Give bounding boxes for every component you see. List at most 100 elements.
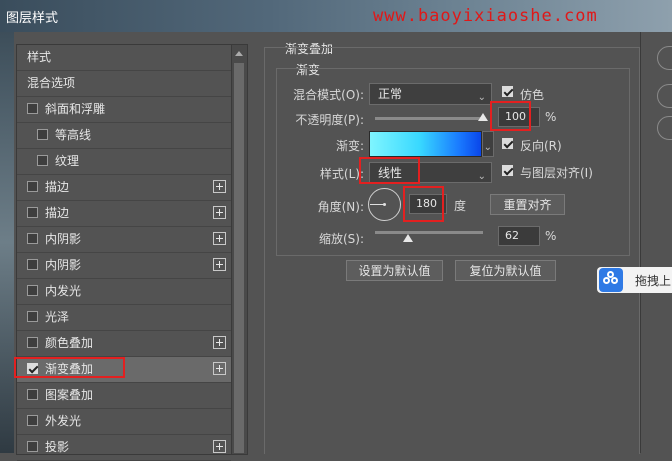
scroll-up-arrow-icon[interactable]	[235, 51, 243, 56]
sidebar-item[interactable]: 外发光	[17, 409, 231, 435]
sidebar-item-label: 等高线	[55, 128, 92, 142]
sidebar-scrollbar[interactable]	[231, 45, 247, 454]
sidebar-item-label: 图案叠加	[45, 388, 94, 402]
blend-mode-value: 正常	[378, 87, 403, 101]
opacity-slider-track[interactable]	[375, 117, 483, 120]
sidebar-item[interactable]: 图案叠加	[17, 383, 231, 409]
sidebar-item-label: 投影	[45, 440, 70, 454]
baidu-drag-tooltip[interactable]: 拖拽上	[597, 267, 672, 293]
reset-align-button[interactable]: 重置对齐	[490, 194, 565, 215]
chevron-down-icon: ⌄	[477, 92, 486, 103]
sidebar-item-checkbox[interactable]	[27, 285, 38, 296]
title-bar: 图层样式 www.baoyixiaoshe.com	[0, 0, 672, 32]
styles-list: 样式 混合选项 斜面和浮雕 等高线 纹理 描边 描边 内阴影 内阴影 内发光 光泽 颜色叠加 渐变叠加图…	[17, 45, 231, 461]
scroll-thumb[interactable]	[234, 63, 244, 453]
sidebar-item-label: 颜色叠加	[45, 336, 94, 350]
dither-checkbox[interactable]	[502, 86, 513, 97]
window-title: 图层样式	[6, 11, 59, 26]
sidebar-item[interactable]: 投影	[17, 435, 231, 461]
sidebar-item[interactable]: 内阴影	[17, 227, 231, 253]
sidebar-item-label: 外发光	[45, 414, 82, 428]
opacity-label: 不透明度(P):	[295, 113, 364, 127]
align-checkbox[interactable]	[502, 165, 513, 176]
style-label: 样式(L):	[319, 167, 364, 181]
sidebar-item[interactable]: 斜面和浮雕	[17, 97, 231, 123]
highlight-style	[359, 157, 420, 184]
angle-unit: 度	[454, 199, 467, 213]
reset-default-button[interactable]: 复位为默认值	[455, 260, 556, 281]
watermark: www.baoyixiaoshe.com	[373, 6, 598, 26]
ok-button[interactable]	[657, 46, 672, 70]
sidebar-item[interactable]: 光泽	[17, 305, 231, 331]
add-effect-plus-icon[interactable]	[213, 362, 226, 375]
sidebar-item-checkbox[interactable]	[27, 181, 38, 192]
sidebar-item[interactable]: 纹理	[17, 149, 231, 175]
reverse-checkbox[interactable]	[502, 138, 513, 149]
highlight-angle	[403, 186, 444, 222]
add-effect-plus-icon[interactable]	[213, 232, 226, 245]
sidebar-item-checkbox[interactable]	[27, 259, 38, 270]
sidebar-item-checkbox[interactable]	[27, 103, 38, 114]
sidebar-item[interactable]: 内发光	[17, 279, 231, 305]
sidebar-item-checkbox[interactable]	[27, 337, 38, 348]
opacity-unit: %	[545, 110, 557, 124]
sidebar-item[interactable]: 样式	[17, 45, 231, 71]
sidebar-item-checkbox[interactable]	[37, 129, 48, 140]
gradient-label: 渐变:	[335, 139, 364, 153]
sidebar-item-checkbox[interactable]	[27, 311, 38, 322]
sidebar-item-checkbox[interactable]	[27, 441, 38, 452]
sidebar-item-checkbox[interactable]	[27, 233, 38, 244]
angle-dial[interactable]	[368, 188, 401, 221]
background-strip	[0, 32, 14, 453]
dialog-buttons-column	[640, 32, 672, 453]
blend-mode-select[interactable]: 正常 ⌄	[369, 83, 492, 105]
sidebar-item-label: 光泽	[45, 310, 70, 324]
opacity-slider-handle[interactable]	[478, 113, 488, 121]
sidebar-item-label: 内阴影	[45, 258, 82, 272]
sidebar-item-label: 样式	[27, 50, 52, 64]
sidebar-item-label: 描边	[45, 206, 70, 220]
chevron-down-icon: ⌄	[477, 171, 486, 182]
chevron-down-icon: ⌄	[483, 142, 492, 153]
reverse-label: 反向(R)	[520, 139, 562, 153]
sidebar-item-label: 描边	[45, 180, 70, 194]
scale-slider-handle[interactable]	[403, 234, 414, 242]
scale-slider-track[interactable]	[375, 231, 483, 234]
gradient-swatch[interactable]	[369, 131, 482, 157]
sidebar-item-label: 斜面和浮雕	[45, 102, 106, 116]
sidebar-item[interactable]: 内阴影	[17, 253, 231, 279]
sidebar-item[interactable]: 混合选项	[17, 71, 231, 97]
scale-input[interactable]: 62	[498, 226, 540, 246]
baidu-cloud-icon	[599, 268, 623, 292]
highlight-gradient-overlay	[14, 357, 125, 378]
set-default-button[interactable]: 设置为默认值	[346, 260, 443, 281]
add-effect-plus-icon[interactable]	[213, 180, 226, 193]
scale-unit: %	[545, 229, 557, 243]
sidebar-item-checkbox[interactable]	[27, 207, 38, 218]
tooltip-text: 拖拽上	[635, 274, 672, 288]
sidebar-item-label: 内阴影	[45, 232, 82, 246]
sidebar-item[interactable]: 等高线	[17, 123, 231, 149]
sidebar-item-checkbox[interactable]	[27, 389, 38, 400]
add-effect-plus-icon[interactable]	[213, 258, 226, 271]
highlight-opacity	[490, 101, 531, 131]
blend-mode-label: 混合模式(O):	[293, 88, 364, 102]
sidebar-item[interactable]: 描边	[17, 201, 231, 227]
sidebar-item-checkbox[interactable]	[27, 415, 38, 426]
sidebar-item-label: 混合选项	[27, 76, 76, 90]
add-effect-plus-icon[interactable]	[213, 336, 226, 349]
scale-label: 缩放(S):	[318, 232, 364, 246]
styles-sidebar: 样式 混合选项 斜面和浮雕 等高线 纹理 描边 描边 内阴影 内阴影 内发光 光泽 颜色叠加 渐变叠加图…	[16, 44, 248, 461]
sidebar-item-label: 纹理	[55, 154, 80, 168]
add-effect-plus-icon[interactable]	[213, 440, 226, 453]
new-style-button[interactable]	[657, 116, 672, 140]
sidebar-item[interactable]: 颜色叠加	[17, 331, 231, 357]
angle-label: 角度(N):	[317, 200, 364, 214]
cancel-button[interactable]	[657, 84, 672, 108]
angle-center	[383, 203, 386, 206]
sidebar-item[interactable]: 描边	[17, 175, 231, 201]
sidebar-item-checkbox[interactable]	[37, 155, 48, 166]
add-effect-plus-icon[interactable]	[213, 206, 226, 219]
gradient-dropdown[interactable]: ⌄	[482, 131, 494, 157]
align-label: 与图层对齐(I)	[520, 166, 593, 180]
